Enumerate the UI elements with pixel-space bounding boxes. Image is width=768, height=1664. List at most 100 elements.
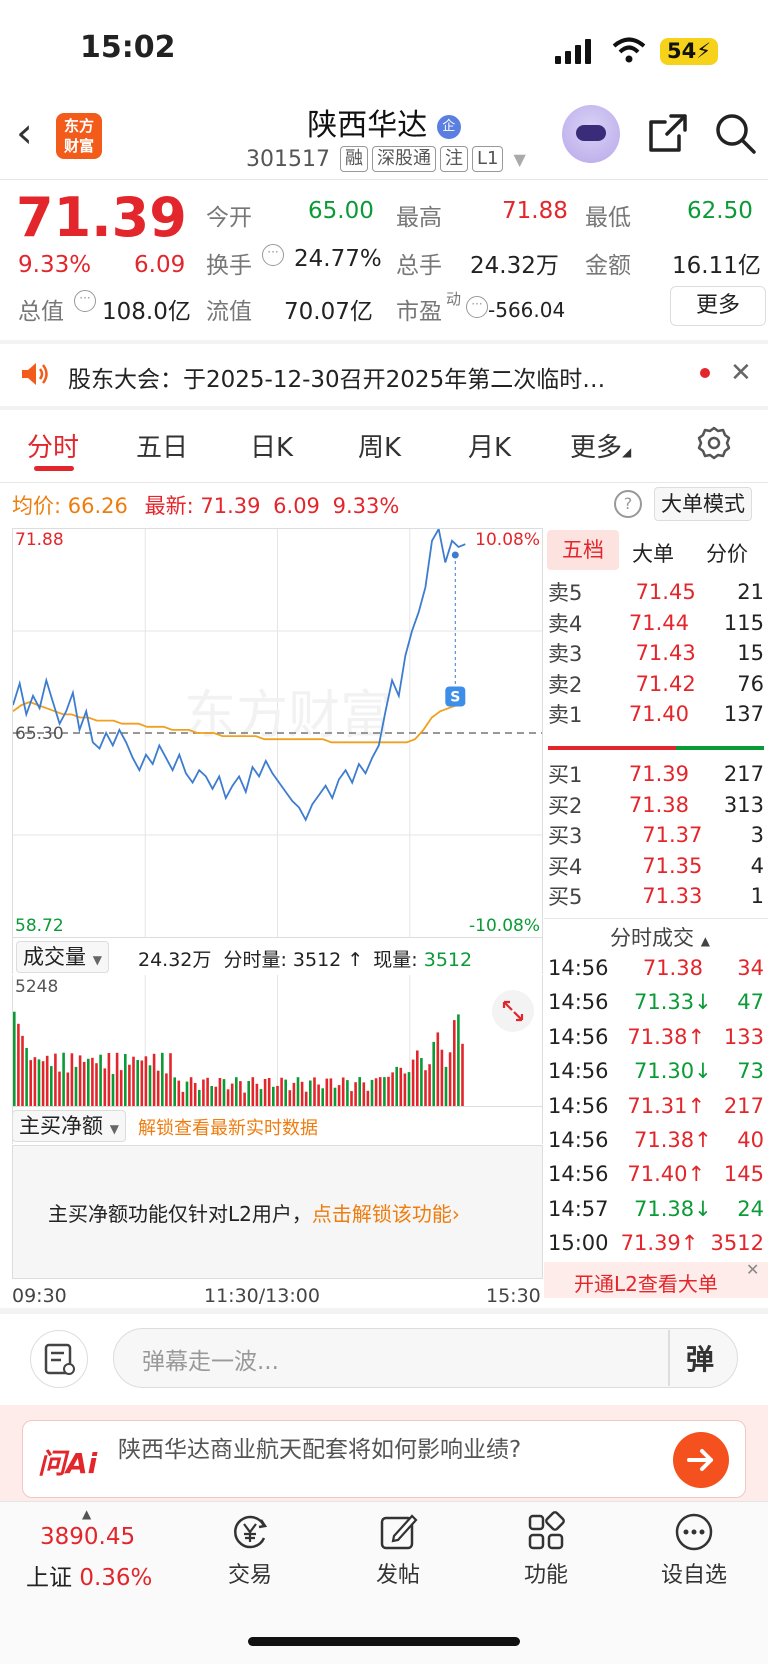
bid-row[interactable]: 买1 71.39 217 xyxy=(548,758,764,790)
main-net-info: 主买净额功能仅针对L2用户，点击解锁该功能› xyxy=(48,1198,460,1227)
volume-indicator-label: 成交量 xyxy=(23,945,86,969)
volume-bar xyxy=(107,1053,111,1106)
ask-row[interactable]: 卖5 71.45 21 xyxy=(548,576,764,608)
volume-bar xyxy=(226,1089,230,1106)
volume-bar xyxy=(50,1066,53,1106)
main-net-select[interactable]: 主买净额 ▼ xyxy=(12,1110,126,1142)
chevron-down-icon[interactable]: ▼ xyxy=(513,150,525,169)
bid-row[interactable]: 买5 71.33 1 xyxy=(548,880,764,912)
caret-up-icon: ▲ xyxy=(82,1507,92,1521)
trade-price: 71.33↓ xyxy=(634,990,712,1015)
volume-chart[interactable]: 5248 xyxy=(12,975,543,1107)
ai-assistant-icon[interactable] xyxy=(562,105,620,163)
mktcap-label: 总值 xyxy=(18,299,64,325)
more-quote-button[interactable]: 更多 xyxy=(670,286,766,326)
tabs-divider xyxy=(0,482,768,483)
trade-row: 15:00 71.39↑ 3512 xyxy=(548,1226,764,1260)
trade-time: 14:57 xyxy=(548,1196,609,1221)
post-icon[interactable] xyxy=(376,1510,420,1554)
volume-bar xyxy=(230,1083,234,1106)
tab-more[interactable]: 更多◢ xyxy=(570,427,631,464)
main-net-info-text: 主买净额功能仅针对L2用户， xyxy=(48,1202,312,1226)
ask-bid-ratio-bar xyxy=(548,746,676,750)
volume-bar xyxy=(189,1077,193,1106)
tab-price-dist[interactable]: 分价 xyxy=(706,538,748,568)
search-icon[interactable] xyxy=(712,110,758,156)
unlock-feature-link[interactable]: 点击解锁该功能 xyxy=(312,1202,452,1226)
nav-add-watchlist[interactable]: 设自选 xyxy=(634,1557,754,1589)
l2-banner-text[interactable]: 开通L2查看大单 xyxy=(574,1268,718,1297)
trade-icon[interactable] xyxy=(228,1510,272,1554)
tab-daily-k[interactable]: 日K xyxy=(250,427,293,464)
close-icon[interactable]: ✕ xyxy=(746,1260,759,1279)
ask-row[interactable]: 卖4 71.44 115 xyxy=(548,607,764,639)
ask-volume: 15 xyxy=(737,641,764,666)
intraday-chart[interactable]: 东方财富 S 71.88 10.08% 65.30 58.72 -10.08% xyxy=(12,528,543,938)
shareholder-meeting-notice[interactable]: 股东大会：于2025-12-30召开2025年第二次临时… xyxy=(68,360,668,394)
ask-row[interactable]: 卖1 71.40 137 xyxy=(548,698,764,730)
volume-bar xyxy=(29,1060,32,1106)
trade-row: 14:56 71.33↓ 47 xyxy=(548,985,764,1019)
section-divider xyxy=(0,1308,768,1314)
volume-bar xyxy=(288,1090,292,1106)
volume-bar xyxy=(181,1091,185,1106)
change-amount: 6.09 xyxy=(134,252,186,278)
ai-go-button[interactable] xyxy=(673,1432,729,1488)
ask-row[interactable]: 卖2 71.42 76 xyxy=(548,668,764,700)
share-icon[interactable] xyxy=(645,110,691,156)
sell-signal-letter: S xyxy=(450,689,460,705)
pct-max-label: 10.08% xyxy=(475,530,540,550)
bid-price: 71.33 xyxy=(642,884,703,909)
expand-icon[interactable] xyxy=(492,990,534,1032)
tab-five-day[interactable]: 五日 xyxy=(136,427,188,464)
comment-list-button[interactable] xyxy=(30,1330,88,1388)
tab-weekly-k[interactable]: 周K xyxy=(358,427,401,464)
ai-question[interactable]: 陕西华达商业航天配套将如何影响业绩? xyxy=(118,1430,521,1464)
tag-registered: 注 xyxy=(439,146,468,172)
index-info[interactable]: 上证 0.36% xyxy=(26,1558,152,1592)
bid-row[interactable]: 买4 71.35 4 xyxy=(548,850,764,882)
info-dots-icon[interactable]: ··· xyxy=(466,296,488,318)
volume-chart-svg: 5248 xyxy=(13,975,464,1106)
bid-row[interactable]: 买2 71.38 313 xyxy=(548,789,764,821)
bid-volume: 3 xyxy=(750,823,764,848)
function-grid-icon[interactable] xyxy=(524,1510,568,1554)
ask-row[interactable]: 卖3 71.43 15 xyxy=(548,637,764,669)
volume-value: 24.32万 xyxy=(470,253,559,279)
help-icon[interactable]: ? xyxy=(614,490,642,518)
tab-five-levels[interactable]: 五档 xyxy=(547,530,619,570)
index-value[interactable]: 3890.45 xyxy=(40,1524,135,1550)
bid-volume: 4 xyxy=(750,853,764,878)
bid-volume: 313 xyxy=(723,792,764,817)
pe-label: 市盈 xyxy=(396,299,442,325)
bid-row[interactable]: 买3 71.37 3 xyxy=(548,819,764,851)
volume-bar xyxy=(378,1077,382,1106)
x-label-midday: 11:30/13:00 xyxy=(204,1285,320,1307)
volume-bar xyxy=(25,1048,28,1106)
add-watchlist-icon[interactable] xyxy=(672,1510,716,1554)
volume-bar xyxy=(317,1084,320,1106)
tab-intraday[interactable]: 分时 xyxy=(27,427,79,464)
danmu-toggle-button[interactable]: 弹 xyxy=(686,1338,714,1378)
info-dots-icon[interactable]: ··· xyxy=(262,244,284,266)
stock-code-row[interactable]: 301517 融 深股通 注 L1 ▼ xyxy=(246,146,526,172)
y-max-label: 71.88 xyxy=(15,530,64,550)
low-value: 62.50 xyxy=(687,198,753,224)
unlock-hint[interactable]: 解锁查看最新实时数据 xyxy=(138,1114,318,1140)
nav-trade[interactable]: 交易 xyxy=(190,1557,310,1589)
trade-time: 14:56 xyxy=(548,990,609,1015)
trades-title[interactable]: 分时成交 ▲ xyxy=(610,922,710,952)
big-order-mode-button[interactable]: 大单模式 xyxy=(654,487,752,521)
volume-bar xyxy=(247,1081,250,1106)
ask-label: 卖4 xyxy=(548,611,583,636)
tab-big-orders[interactable]: 大单 xyxy=(632,538,674,568)
settings-gear-icon[interactable] xyxy=(696,425,732,461)
volume-bar xyxy=(148,1065,152,1106)
nav-function[interactable]: 功能 xyxy=(486,1557,606,1589)
tab-monthly-k[interactable]: 月K xyxy=(468,427,511,464)
trade-row: 14:56 71.38↑ 133 xyxy=(548,1020,764,1054)
nav-post[interactable]: 发帖 xyxy=(338,1557,458,1589)
info-dots-icon[interactable]: ··· xyxy=(74,290,96,312)
volume-indicator-select[interactable]: 成交量 ▼ xyxy=(16,941,109,973)
close-icon[interactable]: ✕ xyxy=(730,358,752,388)
